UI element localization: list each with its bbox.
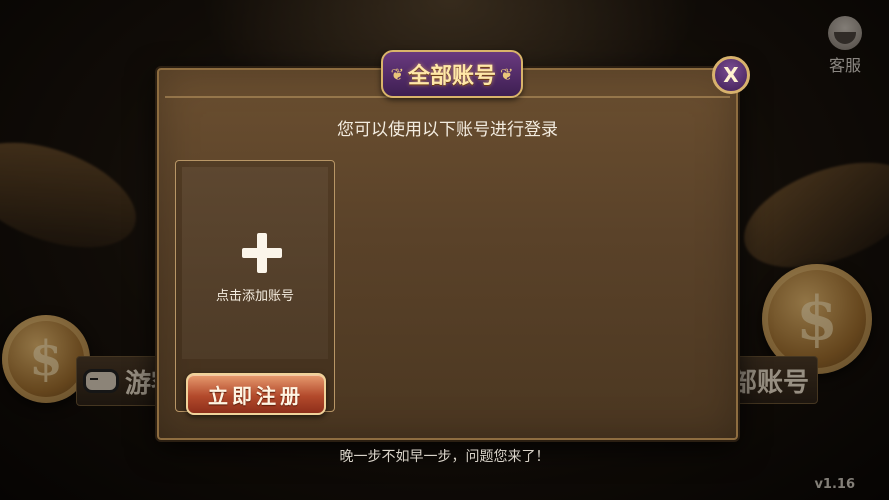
dialog-subtitle: 您可以使用以下账号进行登录 <box>337 120 558 140</box>
add-account-label: 点击添加账号 <box>215 289 294 304</box>
add-account-panel: 点击添加账号 <box>182 167 328 359</box>
close-button[interactable]: X <box>712 56 750 94</box>
plus-icon <box>242 233 282 273</box>
add-account-card[interactable]: 点击添加账号 立即注册 <box>175 160 335 415</box>
dialog-title-badge: ❦ 全部账号 ❦ <box>381 50 523 98</box>
footer-tip: 晚一步不如早一步，问题您来了！ <box>339 449 550 465</box>
close-icon: X <box>723 63 739 87</box>
laurel-right-icon: ❦ <box>500 64 514 84</box>
all-accounts-dialog: ❦ 全部账号 ❦ X 您可以使用以下账号进行登录 点击添加账号 立即注册 <box>157 50 750 440</box>
register-button[interactable]: 立即注册 <box>186 373 326 415</box>
dialog-title: 全部账号 <box>407 64 496 89</box>
laurel-left-icon: ❦ <box>390 64 404 84</box>
